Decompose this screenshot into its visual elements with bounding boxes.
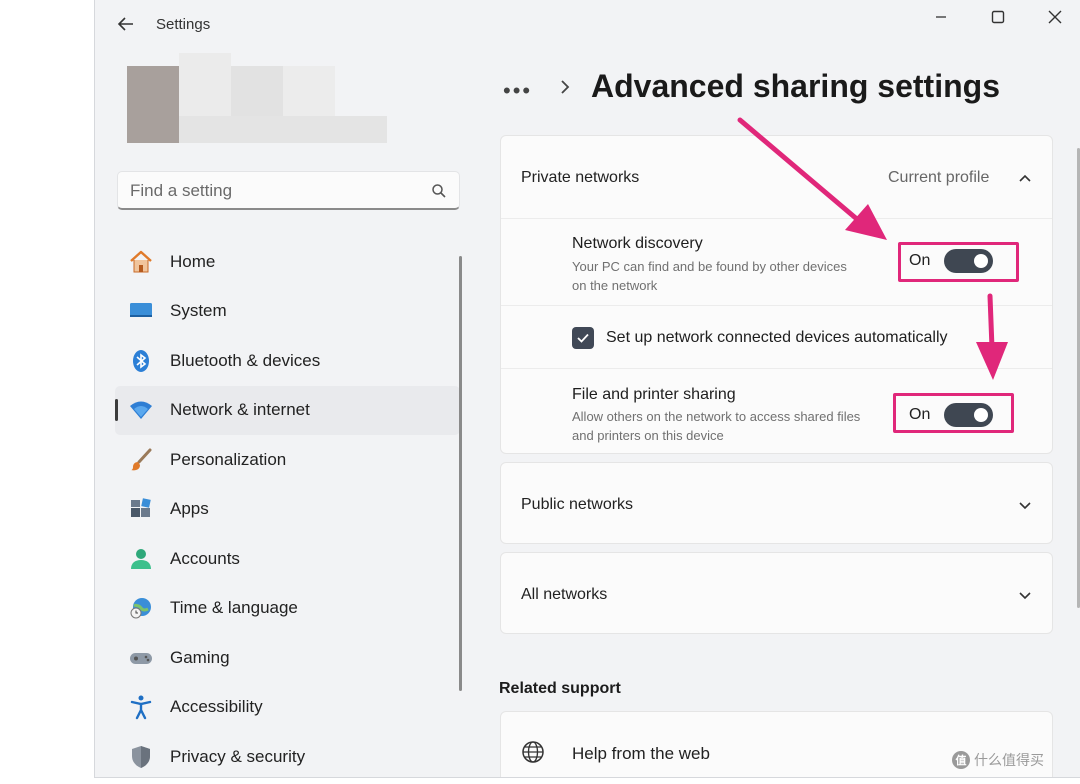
all-networks-header[interactable]: All networks <box>501 553 1052 635</box>
public-networks-title: Public networks <box>521 496 634 513</box>
auto-setup-label: Set up network connected devices automat… <box>606 329 948 346</box>
search-input[interactable] <box>130 180 420 202</box>
chevron-right-icon <box>557 76 573 98</box>
user-profile-blurred <box>127 53 389 143</box>
minimize-button[interactable] <box>918 4 964 30</box>
wifi-icon <box>127 396 155 424</box>
sidebar-item-apps[interactable]: Apps <box>115 485 460 535</box>
private-networks-title: Private networks <box>521 169 640 186</box>
globe-icon <box>520 739 546 765</box>
all-networks-card[interactable]: All networks <box>500 552 1053 634</box>
sidebar-item-accounts[interactable]: Accounts <box>115 534 460 584</box>
all-networks-title: All networks <box>521 586 608 603</box>
accessibility-icon <box>127 693 155 721</box>
sidebar-item-system[interactable]: System <box>115 287 460 337</box>
page-title: Advanced sharing settings <box>591 68 1000 104</box>
sidebar-scrollbar[interactable] <box>459 256 462 691</box>
related-support-title: Related support <box>499 680 621 697</box>
auto-setup-row: Set up network connected devices automat… <box>501 305 1052 368</box>
title-bar: Settings <box>95 0 1080 48</box>
sidebar-item-network[interactable]: Network & internet <box>115 385 460 435</box>
sidebar-item-bluetooth[interactable]: Bluetooth & devices <box>115 336 460 386</box>
sidebar-item-privacy[interactable]: Privacy & security <box>115 732 460 777</box>
help-from-web-label: Help from the web <box>572 744 710 763</box>
bluetooth-icon <box>127 347 155 375</box>
public-networks-header[interactable]: Public networks <box>501 463 1052 545</box>
sidebar-item-home[interactable]: Home <box>115 237 460 287</box>
network-discovery-title: Network discovery <box>572 235 703 252</box>
private-networks-header[interactable]: Private networks Current profile <box>501 136 1052 218</box>
sidebar-item-gaming[interactable]: Gaming <box>115 633 460 683</box>
current-profile-label: Current profile <box>888 169 990 186</box>
home-icon <box>127 248 155 276</box>
chevron-up-icon[interactable] <box>1018 171 1032 185</box>
file-sharing-desc: Allow others on the network to access sh… <box>572 409 861 443</box>
breadcrumb-overflow-button[interactable]: ••• <box>503 78 532 104</box>
highlight-box-network-discovery <box>898 242 1019 282</box>
apps-icon <box>127 495 155 523</box>
back-arrow-icon[interactable] <box>115 13 137 35</box>
highlight-box-file-sharing <box>893 393 1014 433</box>
chevron-down-icon[interactable] <box>1018 589 1032 603</box>
chevron-down-icon[interactable] <box>1018 499 1032 513</box>
settings-window: Settings Home <box>94 0 1080 778</box>
auto-setup-checkbox[interactable] <box>572 327 594 349</box>
network-discovery-desc: Your PC can find and be found by other d… <box>572 259 847 293</box>
sidebar-item-time-language[interactable]: Time & language <box>115 584 460 634</box>
active-indicator <box>115 398 118 421</box>
system-icon <box>127 297 155 325</box>
globe-clock-icon <box>127 594 155 622</box>
maximize-button[interactable] <box>975 4 1021 30</box>
person-icon <box>127 545 155 573</box>
sidebar-nav: Home System Bluetooth & devices Network … <box>115 237 460 777</box>
sidebar-item-personalization[interactable]: Personalization <box>115 435 460 485</box>
watermark: 值 什么值得买 <box>952 750 1044 770</box>
sidebar-item-accessibility[interactable]: Accessibility <box>115 683 460 733</box>
search-icon[interactable] <box>431 183 447 199</box>
search-box[interactable] <box>117 171 460 210</box>
watermark-logo: 值 <box>952 751 970 769</box>
file-sharing-title: File and printer sharing <box>572 386 736 403</box>
app-title: Settings <box>156 16 211 33</box>
public-networks-card[interactable]: Public networks <box>500 462 1053 544</box>
brush-icon <box>127 446 155 474</box>
close-button[interactable] <box>1032 4 1078 30</box>
gamepad-icon <box>127 644 155 672</box>
avatar <box>127 66 179 143</box>
watermark-text: 什么值得买 <box>974 752 1044 768</box>
shield-icon <box>127 743 155 771</box>
